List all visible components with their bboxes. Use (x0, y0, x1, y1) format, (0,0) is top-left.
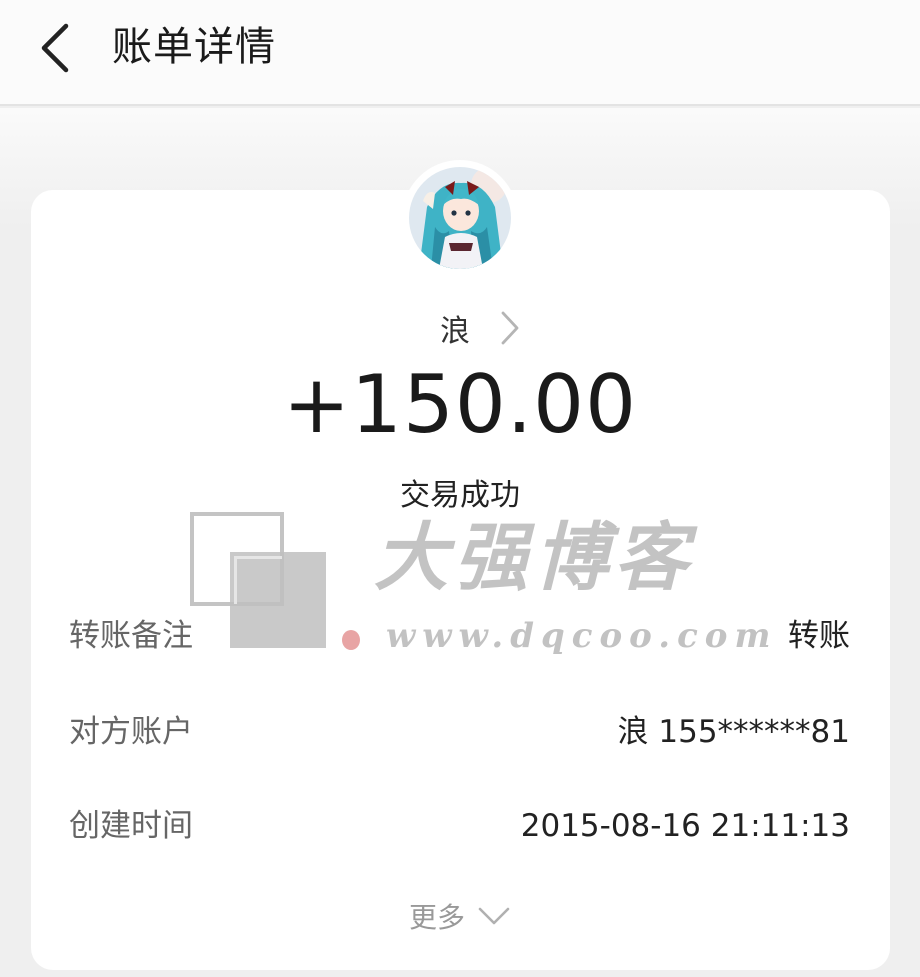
created-time-value: 2015-08-16 21:11:13 (520, 808, 850, 844)
counterparty-row[interactable]: 浪 (0, 306, 920, 350)
chevron-down-icon (478, 907, 510, 925)
transaction-status: 交易成功 (400, 478, 520, 513)
page-title: 账单详情 (112, 24, 276, 70)
more-label: 更多 (408, 901, 465, 934)
app-header: 账单详情 (0, 0, 920, 106)
counterparty-name: 浪 (440, 314, 470, 349)
anime-avatar-image (409, 167, 511, 269)
counterparty-account-label: 对方账户 (69, 714, 193, 750)
remark-value: 转账 (788, 618, 850, 654)
chevron-right-icon (501, 311, 519, 345)
transaction-amount: +150.00 (283, 358, 637, 451)
back-button[interactable] (30, 18, 86, 78)
avatar[interactable] (409, 167, 511, 269)
counterparty-account-value: 浪 155******81 (617, 714, 850, 750)
remark-label: 转账备注 (69, 618, 193, 654)
created-time-label: 创建时间 (69, 808, 193, 844)
chevron-left-icon (41, 23, 69, 73)
more-button[interactable]: 更多 (0, 896, 920, 936)
